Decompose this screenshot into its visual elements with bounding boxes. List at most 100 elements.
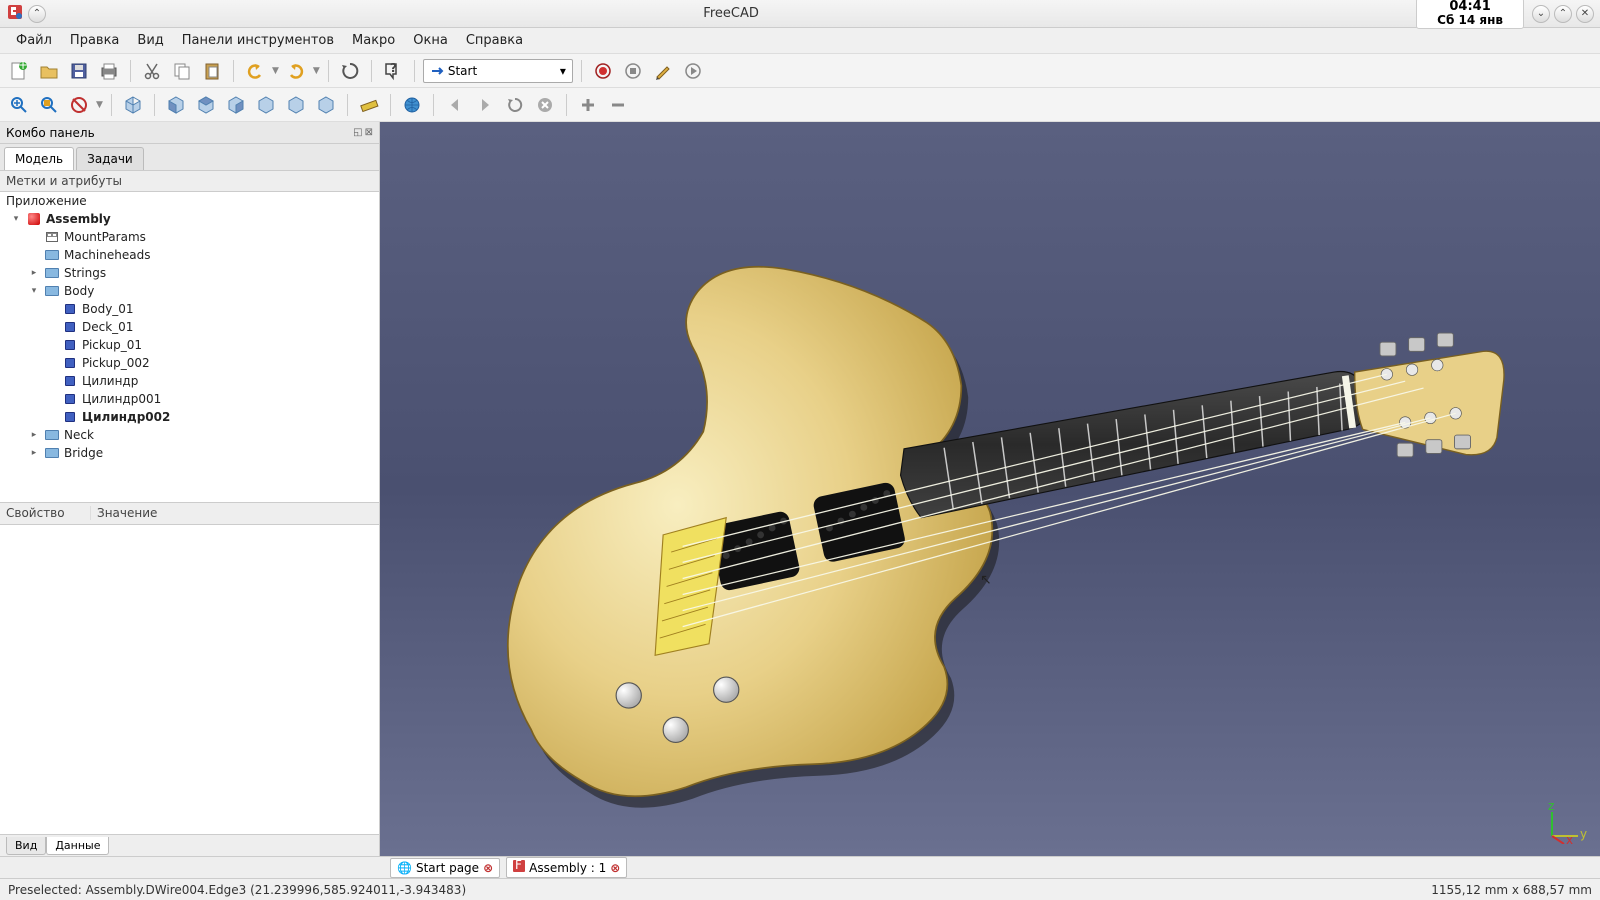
tree-item-label: MountParams — [64, 230, 146, 244]
new-file-button[interactable]: + — [6, 58, 32, 84]
menu-windows[interactable]: Окна — [405, 29, 456, 52]
separator — [414, 60, 415, 82]
view-top-button[interactable] — [193, 92, 219, 118]
menu-toolbars[interactable]: Панели инструментов — [174, 29, 342, 52]
open-file-button[interactable] — [36, 58, 62, 84]
viewport-3d[interactable]: z y x ↖ — [380, 122, 1600, 856]
draw-style-button[interactable] — [66, 92, 92, 118]
tree-item[interactable]: ▸Bridge — [0, 444, 379, 462]
undo-button[interactable] — [242, 58, 268, 84]
close-icon[interactable]: ⊗ — [610, 861, 620, 875]
tree-item[interactable]: Machineheads — [0, 246, 379, 264]
view-front-button[interactable] — [163, 92, 189, 118]
tree-twisty-icon[interactable]: ▾ — [28, 286, 40, 296]
chevron-down-icon: ▾ — [560, 64, 566, 78]
svg-text:y: y — [1580, 827, 1587, 841]
separator — [111, 94, 112, 116]
tree-twisty-icon[interactable]: ▾ — [10, 214, 22, 224]
box-icon — [62, 374, 78, 388]
minimize-button[interactable]: ⌄ — [1532, 5, 1550, 23]
tab-tasks[interactable]: Задачи — [76, 147, 144, 170]
tree-item-label: Deck_01 — [82, 320, 133, 334]
print-button[interactable] — [96, 58, 122, 84]
tree-item[interactable]: Цилиндр001 — [0, 390, 379, 408]
macro-edit-button[interactable] — [650, 58, 676, 84]
tree-item[interactable]: Body_01 — [0, 300, 379, 318]
box-icon — [62, 320, 78, 334]
view-left-button[interactable] — [313, 92, 339, 118]
tree-twisty-icon[interactable]: ▸ — [28, 430, 40, 440]
menu-macro[interactable]: Макро — [344, 29, 403, 52]
close-button[interactable]: ✕ — [1576, 5, 1594, 23]
zoom-in-button[interactable] — [575, 92, 601, 118]
tree-item[interactable]: Deck_01 — [0, 318, 379, 336]
pin-button[interactable]: ⌃ — [28, 5, 46, 23]
tree-item[interactable]: Цилиндр002 — [0, 408, 379, 426]
macro-run-button[interactable] — [680, 58, 706, 84]
zoom-selection-button[interactable] — [36, 92, 62, 118]
model-tree[interactable]: Приложение ▾Assembly MountParams Machinehe… — [0, 192, 379, 503]
view-bottom-button[interactable] — [283, 92, 309, 118]
separator — [390, 94, 391, 116]
macro-stop-button[interactable] — [620, 58, 646, 84]
save-button[interactable] — [66, 58, 92, 84]
tree-item[interactable]: ▾Body — [0, 282, 379, 300]
paste-button[interactable] — [199, 58, 225, 84]
cut-button[interactable] — [139, 58, 165, 84]
view-rear-button[interactable] — [253, 92, 279, 118]
macro-record-button[interactable] — [590, 58, 616, 84]
separator — [154, 94, 155, 116]
tree-item-label: Цилиндр001 — [82, 392, 161, 406]
tree-item-label: Strings — [64, 266, 106, 280]
copy-button[interactable] — [169, 58, 195, 84]
workbench-label: Start — [448, 64, 477, 78]
status-dimensions: 1155,12 mm x 688,57 mm — [1431, 883, 1592, 897]
tree-item-label: Цилиндр — [82, 374, 138, 388]
measure-button[interactable] — [356, 92, 382, 118]
nav-forward-button[interactable] — [472, 92, 498, 118]
workbench-selector[interactable]: Start ▾ — [423, 59, 573, 83]
panel-float-icon[interactable]: ◱ — [353, 127, 362, 138]
tree-item[interactable]: ▸Neck — [0, 426, 379, 444]
tab-model[interactable]: Модель — [4, 147, 74, 170]
tree-item-label: Body_01 — [82, 302, 134, 316]
nav-stop-button[interactable] — [532, 92, 558, 118]
whatsthis-button[interactable]: ? — [380, 58, 406, 84]
menu-edit[interactable]: Правка — [62, 29, 127, 52]
zoom-out-button[interactable] — [605, 92, 631, 118]
panel-close-icon[interactable]: ⊠ — [365, 127, 373, 138]
menu-view[interactable]: Вид — [129, 29, 171, 52]
undo-dropdown-icon[interactable]: ▼ — [272, 66, 279, 76]
menu-help[interactable]: Справка — [458, 29, 531, 52]
prop-col-value: Значение — [90, 506, 379, 520]
tree-item[interactable]: Pickup_002 — [0, 354, 379, 372]
refresh-button[interactable] — [337, 58, 363, 84]
redo-dropdown-icon[interactable]: ▼ — [313, 66, 320, 76]
tree-item[interactable]: ▾Assembly — [0, 210, 379, 228]
tree-item[interactable]: Цилиндр — [0, 372, 379, 390]
maximize-button[interactable]: ⌃ — [1554, 5, 1572, 23]
combo-panel-title: Комбо панель — [6, 126, 95, 140]
bottom-tab-view[interactable]: Вид — [6, 837, 46, 855]
drawstyle-dropdown-icon[interactable]: ▼ — [96, 100, 103, 110]
menu-file[interactable]: Файл — [8, 29, 60, 52]
zoom-fit-button[interactable] — [6, 92, 32, 118]
doc-tab-start[interactable]: 🌐 Start page ⊗ — [390, 858, 500, 878]
tree-root[interactable]: Приложение — [0, 192, 379, 210]
tree-item[interactable]: ▸ Strings — [0, 264, 379, 282]
tree-twisty-icon[interactable]: ▸ — [28, 268, 40, 278]
tree-item[interactable]: MountParams — [0, 228, 379, 246]
view-right-button[interactable] — [223, 92, 249, 118]
nav-reload-button[interactable] — [502, 92, 528, 118]
redo-button[interactable] — [283, 58, 309, 84]
web-home-button[interactable] — [399, 92, 425, 118]
nav-back-button[interactable] — [442, 92, 468, 118]
svg-text:?: ? — [390, 61, 397, 75]
tree-item[interactable]: Pickup_01 — [0, 336, 379, 354]
tree-twisty-icon[interactable]: ▸ — [28, 448, 40, 458]
view-iso-button[interactable] — [120, 92, 146, 118]
close-icon[interactable]: ⊗ — [483, 861, 493, 875]
svg-text:F: F — [515, 860, 522, 872]
doc-tab-assembly[interactable]: F Assembly : 1 ⊗ — [506, 857, 627, 878]
bottom-tab-data[interactable]: Данные — [46, 837, 109, 855]
